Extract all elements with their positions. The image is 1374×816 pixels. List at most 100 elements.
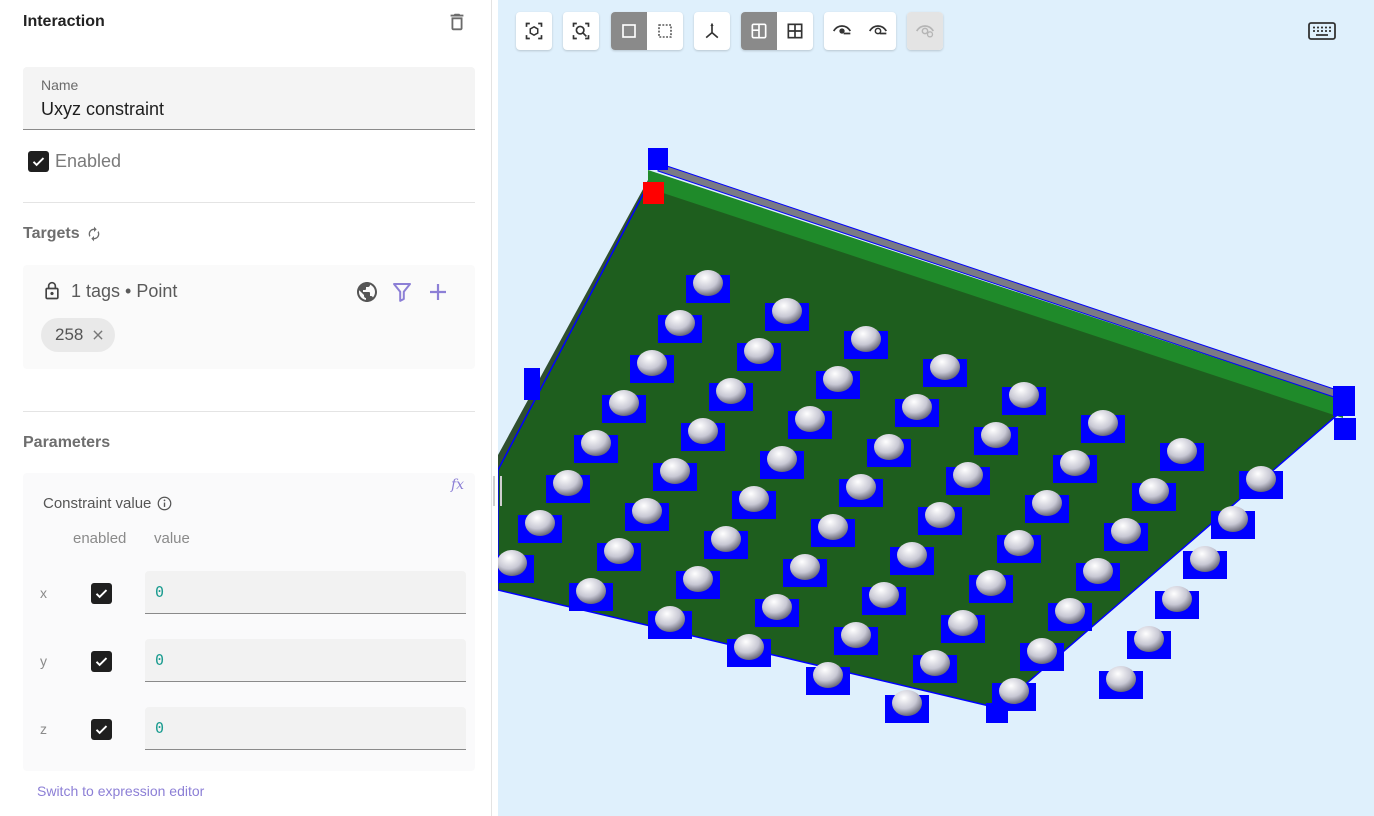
solder-ball[interactable] [716, 378, 746, 404]
solder-ball[interactable] [813, 662, 843, 688]
solder-ball[interactable] [553, 470, 583, 496]
solder-ball[interactable] [976, 570, 1006, 596]
plus-icon[interactable] [426, 280, 450, 304]
hide-button[interactable] [824, 12, 860, 50]
solder-ball[interactable] [604, 538, 634, 564]
eye-settings-button[interactable] [907, 12, 943, 50]
solder-ball[interactable] [1139, 478, 1169, 504]
solder-ball[interactable] [632, 498, 662, 524]
solder-ball[interactable] [795, 406, 825, 432]
solder-ball[interactable] [576, 578, 606, 604]
solder-ball[interactable] [930, 354, 960, 380]
axes-button[interactable] [694, 12, 730, 50]
solder-ball[interactable] [1246, 466, 1276, 492]
solder-ball[interactable] [525, 510, 555, 536]
solder-ball[interactable] [762, 594, 792, 620]
box-select-button[interactable] [611, 12, 647, 50]
axis-y-enabled-checkbox[interactable] [91, 651, 112, 672]
constraint-marker[interactable] [648, 148, 668, 170]
axis-y-value-input[interactable]: 0 [145, 639, 466, 682]
solder-ball[interactable] [892, 690, 922, 716]
constraint-marker[interactable] [1334, 418, 1356, 440]
solder-ball[interactable] [874, 434, 904, 460]
solder-ball[interactable] [688, 418, 718, 444]
name-field[interactable]: Name Uxyz constraint [23, 67, 475, 130]
solder-ball[interactable] [869, 582, 899, 608]
constraint-marker[interactable] [1333, 386, 1355, 416]
solder-ball[interactable] [744, 338, 774, 364]
show-button[interactable] [860, 12, 896, 50]
3d-scene[interactable] [498, 0, 1374, 816]
solder-ball[interactable] [1134, 626, 1164, 652]
solder-ball[interactable] [948, 610, 978, 636]
solder-ball[interactable] [1088, 410, 1118, 436]
solder-ball[interactable] [665, 310, 695, 336]
solder-ball[interactable] [823, 366, 853, 392]
close-icon[interactable] [91, 328, 105, 342]
filter-icon[interactable] [390, 280, 414, 304]
quad-view-button[interactable] [777, 12, 813, 50]
solder-ball[interactable] [1032, 490, 1062, 516]
name-field-value[interactable]: Uxyz constraint [41, 99, 164, 120]
solder-ball[interactable] [790, 554, 820, 580]
solder-ball[interactable] [999, 678, 1029, 704]
solder-ball[interactable] [1190, 546, 1220, 572]
solder-ball[interactable] [767, 446, 797, 472]
solder-ball[interactable] [897, 542, 927, 568]
solder-ball[interactable] [902, 394, 932, 420]
solder-ball[interactable] [846, 474, 876, 500]
3d-viewport[interactable] [498, 0, 1374, 816]
keyboard-icon[interactable] [1308, 18, 1336, 44]
fx-icon[interactable]: fx [451, 477, 464, 493]
axis-z-value-input[interactable]: 0 [145, 707, 466, 750]
solder-ball[interactable] [1106, 666, 1136, 692]
zoom-fit-button[interactable] [563, 12, 599, 50]
solder-ball[interactable] [711, 526, 741, 552]
solder-ball[interactable] [981, 422, 1011, 448]
solder-ball[interactable] [818, 514, 848, 540]
dashed-select-button[interactable] [647, 12, 683, 50]
fit-selection-button[interactable] [516, 12, 552, 50]
lock-icon[interactable] [42, 281, 62, 301]
solder-ball[interactable] [841, 622, 871, 648]
solder-ball[interactable] [1162, 586, 1192, 612]
solder-ball[interactable] [498, 550, 527, 576]
axis-z-enabled-checkbox[interactable] [91, 719, 112, 740]
solder-ball[interactable] [1218, 506, 1248, 532]
info-icon[interactable] [157, 496, 172, 511]
solder-ball[interactable] [772, 298, 802, 324]
solder-ball[interactable] [1111, 518, 1141, 544]
selected-point-marker[interactable] [643, 182, 664, 204]
trash-icon[interactable] [446, 11, 468, 33]
solder-ball[interactable] [581, 430, 611, 456]
enabled-checkbox-box[interactable] [28, 150, 49, 172]
solder-ball[interactable] [1009, 382, 1039, 408]
solder-ball[interactable] [851, 326, 881, 352]
constraint-marker[interactable] [524, 368, 540, 400]
solder-ball[interactable] [739, 486, 769, 512]
solder-ball[interactable] [925, 502, 955, 528]
solder-ball[interactable] [1060, 450, 1090, 476]
solder-ball[interactable] [1083, 558, 1113, 584]
solder-ball[interactable] [609, 390, 639, 416]
refresh-icon[interactable] [86, 226, 102, 242]
solder-ball[interactable] [660, 458, 690, 484]
solder-ball[interactable] [637, 350, 667, 376]
axis-x-enabled-checkbox[interactable] [91, 583, 112, 604]
solder-ball[interactable] [953, 462, 983, 488]
solder-ball[interactable] [1167, 438, 1197, 464]
switch-to-expression-editor-link[interactable]: Switch to expression editor [37, 783, 204, 799]
solder-ball[interactable] [1027, 638, 1057, 664]
solder-ball[interactable] [1055, 598, 1085, 624]
splitter-handle[interactable] [500, 476, 502, 506]
solder-ball[interactable] [683, 566, 713, 592]
splitter-handle-right[interactable] [493, 476, 495, 506]
solder-ball[interactable] [920, 650, 950, 676]
enabled-checkbox[interactable]: Enabled [28, 150, 121, 172]
solder-ball[interactable] [734, 634, 764, 660]
solder-ball[interactable] [655, 606, 685, 632]
axis-x-value-input[interactable]: 0 [145, 571, 466, 614]
globe-icon[interactable] [355, 280, 379, 304]
split-view-button[interactable] [741, 12, 777, 50]
solder-ball[interactable] [1004, 530, 1034, 556]
